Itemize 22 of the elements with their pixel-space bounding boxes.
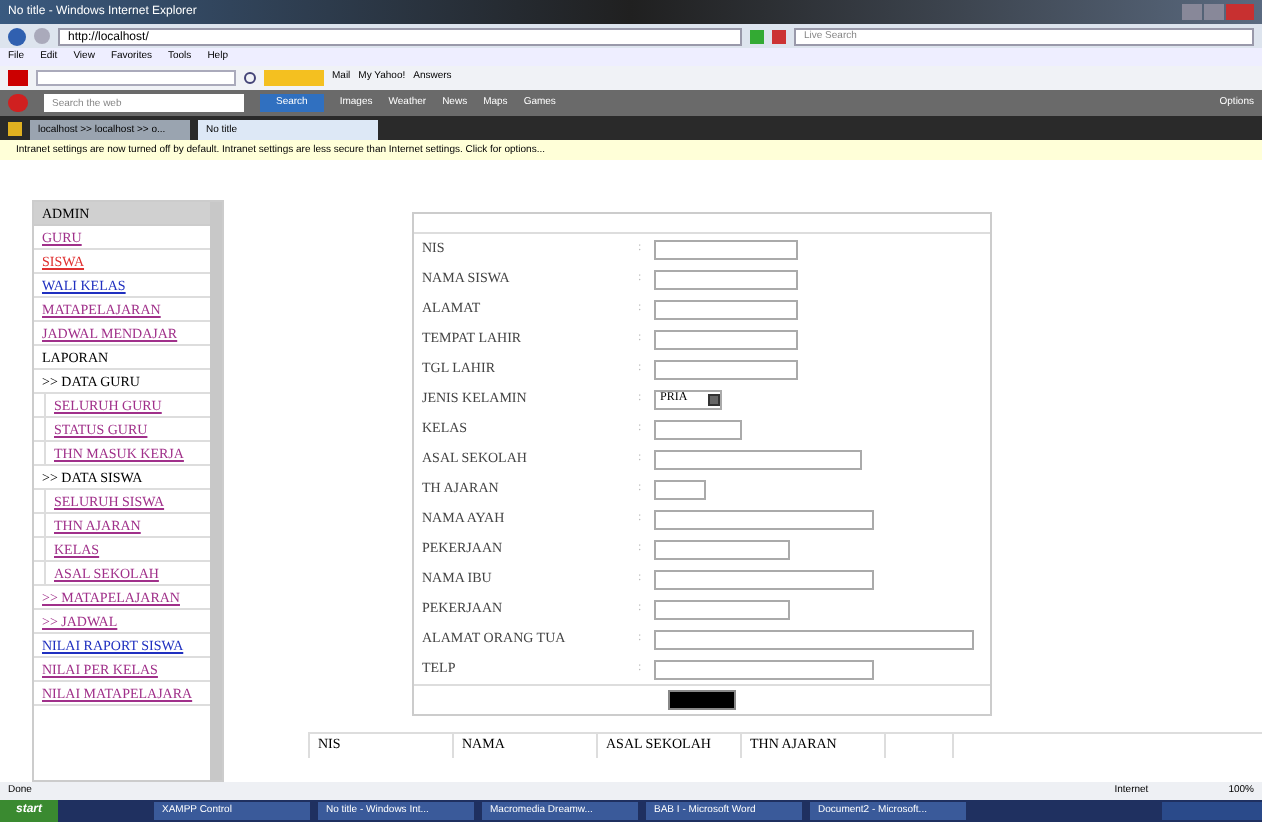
text-field[interactable] — [654, 539, 790, 559]
text-field[interactable] — [654, 359, 798, 379]
text-field[interactable] — [654, 269, 798, 289]
text-field[interactable] — [654, 629, 974, 649]
dropdown-icon — [708, 393, 720, 405]
text-field[interactable] — [654, 329, 798, 349]
submit-button[interactable] — [668, 690, 736, 710]
text-field[interactable] — [654, 449, 862, 469]
text-field[interactable] — [654, 419, 742, 439]
text-field[interactable] — [654, 509, 874, 529]
text-field[interactable] — [654, 299, 798, 319]
text-field[interactable] — [654, 569, 874, 589]
scrollbar[interactable] — [210, 202, 222, 780]
forward-button[interactable] — [34, 28, 50, 44]
text-field[interactable] — [654, 659, 874, 679]
system-tray — [1162, 802, 1262, 820]
search-icon[interactable] — [244, 72, 256, 84]
back-button[interactable] — [8, 27, 26, 45]
text-field[interactable] — [654, 479, 706, 499]
text-field[interactable] — [654, 599, 790, 619]
yahoo-search-field[interactable] — [36, 70, 236, 86]
text-field[interactable] — [654, 239, 798, 259]
